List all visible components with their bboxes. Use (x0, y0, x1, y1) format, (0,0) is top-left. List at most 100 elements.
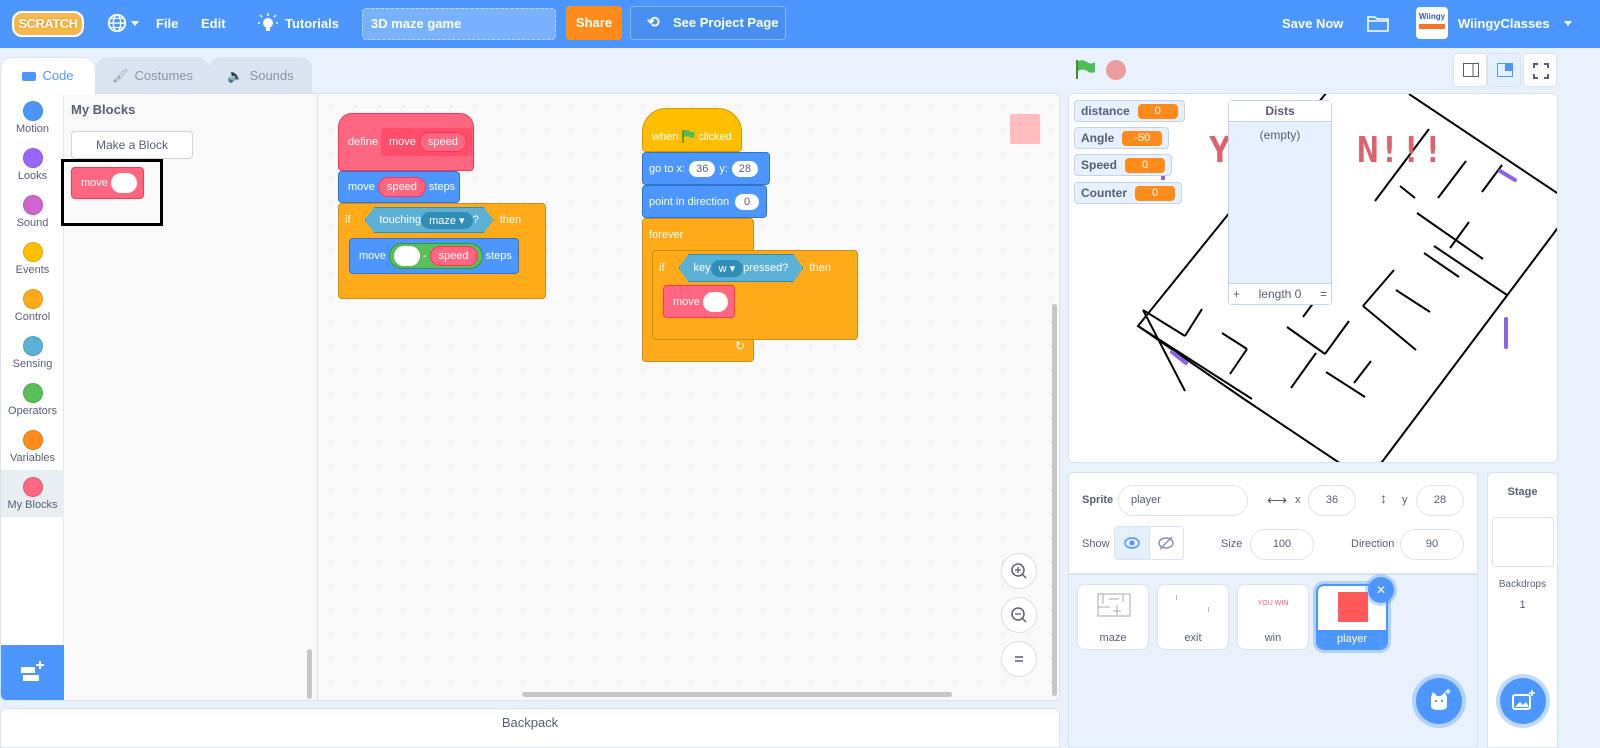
svg-text:N!!!: N!!! (1357, 130, 1444, 171)
backpack[interactable]: Backpack (0, 708, 1060, 748)
add-extension-button[interactable] (1, 645, 64, 700)
user-avatar[interactable]: Wiingy (1416, 7, 1448, 39)
language-caret-icon[interactable] (131, 21, 139, 26)
tab-sounds[interactable]: 🔈 Sounds (209, 57, 312, 95)
move-call-block[interactable]: move (663, 285, 735, 318)
zoom-in-button[interactable] (1001, 553, 1037, 589)
sprite-tile-exit[interactable]: exit (1157, 584, 1229, 650)
stage-canvas[interactable]: Y N!!! distance 0 Angle -50 Speed 0 Counter… (1068, 93, 1558, 463)
palette-scrollbar[interactable] (307, 649, 312, 699)
category-looks[interactable]: Looks (1, 141, 64, 188)
touching-target-dropdown[interactable]: maze ▾ (421, 212, 472, 229)
x-position-input[interactable]: 36 (1308, 485, 1356, 516)
category-events[interactable]: Events (1, 235, 64, 282)
touching-block[interactable]: touching maze ▾ ? (365, 207, 494, 233)
operators-dot-icon (22, 383, 43, 403)
stage-thumbnail (1492, 517, 1554, 567)
globe-icon[interactable] (106, 12, 128, 34)
choose-sprite-button[interactable] (1416, 678, 1462, 724)
empty-input[interactable] (702, 291, 728, 312)
y-position-input[interactable]: 28 (1416, 485, 1464, 516)
speed-reporter[interactable]: speed (429, 246, 478, 266)
move-expression-block[interactable]: move - speed steps (349, 238, 519, 274)
tab-costumes[interactable]: 🖌 Costumes (96, 57, 209, 95)
subtract-operator[interactable]: - speed (388, 243, 483, 269)
file-menu[interactable]: File (156, 16, 178, 31)
green-flag-button[interactable] (1074, 58, 1096, 80)
zoom-reset-button[interactable] (1001, 641, 1037, 677)
list-resize-handle[interactable]: = (1320, 287, 1327, 301)
point-in-direction-block[interactable]: point in direction 0 (642, 185, 767, 218)
sprite-tile-maze[interactable]: maze (1077, 584, 1149, 650)
variable-monitor-counter[interactable]: Counter 0 (1074, 182, 1182, 204)
scratch-logo[interactable]: SCRATCH (12, 11, 84, 37)
tutorials-menu[interactable]: Tutorials (285, 16, 339, 31)
empty-input (110, 173, 137, 193)
category-control[interactable]: Control (1, 282, 64, 329)
direction-input[interactable]: 0 (735, 193, 760, 210)
variable-monitor-speed[interactable]: Speed 0 (1074, 154, 1173, 176)
lightbulb-icon[interactable] (258, 13, 278, 35)
empty-input[interactable] (393, 246, 420, 266)
fullscreen-button[interactable] (1523, 53, 1557, 87)
remix-arrows-icon: ⟲ (647, 14, 660, 31)
share-button[interactable]: Share (566, 6, 622, 40)
normal-stage-button[interactable] (1487, 53, 1521, 87)
direction-input[interactable]: 90 (1400, 529, 1464, 560)
palette-heading: My Blocks (71, 102, 136, 117)
if-block[interactable]: if touching maze ▾ ? then move - speed s… (338, 203, 546, 299)
small-stage-icon (1463, 63, 1479, 77)
username-menu[interactable]: WiingyClasses (1458, 16, 1550, 31)
variable-monitor-distance[interactable]: distance 0 (1074, 100, 1185, 122)
speed-param[interactable]: speed (418, 132, 467, 152)
project-title-input[interactable]: 3D maze game (362, 8, 556, 40)
go-to-xy-block[interactable]: go to x: 36 y: 28 (642, 152, 770, 185)
script-workspace[interactable]: define move speed move speed steps if to… (319, 94, 1059, 700)
small-stage-button[interactable] (1453, 53, 1487, 87)
zoom-in-icon (1011, 563, 1027, 579)
sprite-tile-win[interactable]: YOU WIN win (1237, 584, 1309, 650)
when-flag-clicked-block[interactable]: when clicked (642, 108, 742, 152)
category-motion[interactable]: Motion (1, 94, 64, 141)
show-visible-button[interactable] (1115, 527, 1150, 559)
size-input[interactable]: 100 (1250, 529, 1314, 560)
size-label: Size (1221, 538, 1243, 550)
if-key-pressed-block[interactable]: if key w ▾ pressed? then move (652, 250, 858, 340)
save-now-button[interactable]: Save Now (1282, 16, 1343, 31)
palette-move-block[interactable]: move (71, 167, 144, 199)
y-input[interactable]: 28 (731, 160, 759, 177)
list-monitor-dists[interactable]: Dists (empty) + length 0 = (1228, 100, 1332, 305)
speed-reporter[interactable]: speed (377, 177, 426, 197)
x-input[interactable]: 36 (689, 160, 716, 177)
sprite-name-input[interactable]: player (1118, 485, 1248, 516)
key-pressed-block[interactable]: key w ▾ pressed? (679, 254, 804, 282)
workspace-horizontal-scrollbar[interactable] (522, 692, 952, 697)
category-operators[interactable]: Operators (1, 376, 64, 423)
make-a-block-button[interactable]: Make a Block (71, 131, 193, 159)
sprite-preview (1010, 114, 1040, 144)
show-hidden-button[interactable] (1150, 527, 1184, 559)
delete-sprite-button[interactable]: ✕ (1368, 577, 1394, 603)
category-variables[interactable]: Variables (1, 423, 64, 470)
player-thumbnail (1338, 592, 1368, 622)
tab-code[interactable]: Code (0, 57, 96, 95)
stop-button[interactable] (1106, 60, 1126, 80)
category-sound[interactable]: Sound (1, 188, 64, 235)
edit-menu[interactable]: Edit (201, 16, 226, 31)
category-my-blocks[interactable]: My Blocks (1, 470, 64, 517)
category-sensing[interactable]: Sensing (1, 329, 64, 376)
variable-monitor-angle[interactable]: Angle -50 (1074, 127, 1170, 149)
menu-bar: SCRATCH File Edit Tutorials 3D maze game… (0, 0, 1600, 48)
define-block[interactable]: define move speed (338, 113, 474, 171)
key-dropdown[interactable]: w ▾ (711, 260, 744, 277)
see-project-page-button[interactable]: ⟲ See Project Page (630, 6, 786, 40)
folder-icon[interactable] (1367, 14, 1389, 32)
horizontal-arrows-icon: ⟷ (1267, 492, 1288, 508)
choose-backdrop-button[interactable] (1500, 678, 1546, 724)
move-steps-block[interactable]: move speed steps (338, 171, 460, 203)
workspace-vertical-scrollbar[interactable] (1052, 304, 1057, 696)
zoom-out-button[interactable] (1001, 597, 1037, 633)
list-add-button[interactable]: + (1233, 287, 1240, 301)
trash-icon: ✕ (1375, 583, 1387, 597)
account-caret-icon[interactable] (1564, 21, 1572, 26)
